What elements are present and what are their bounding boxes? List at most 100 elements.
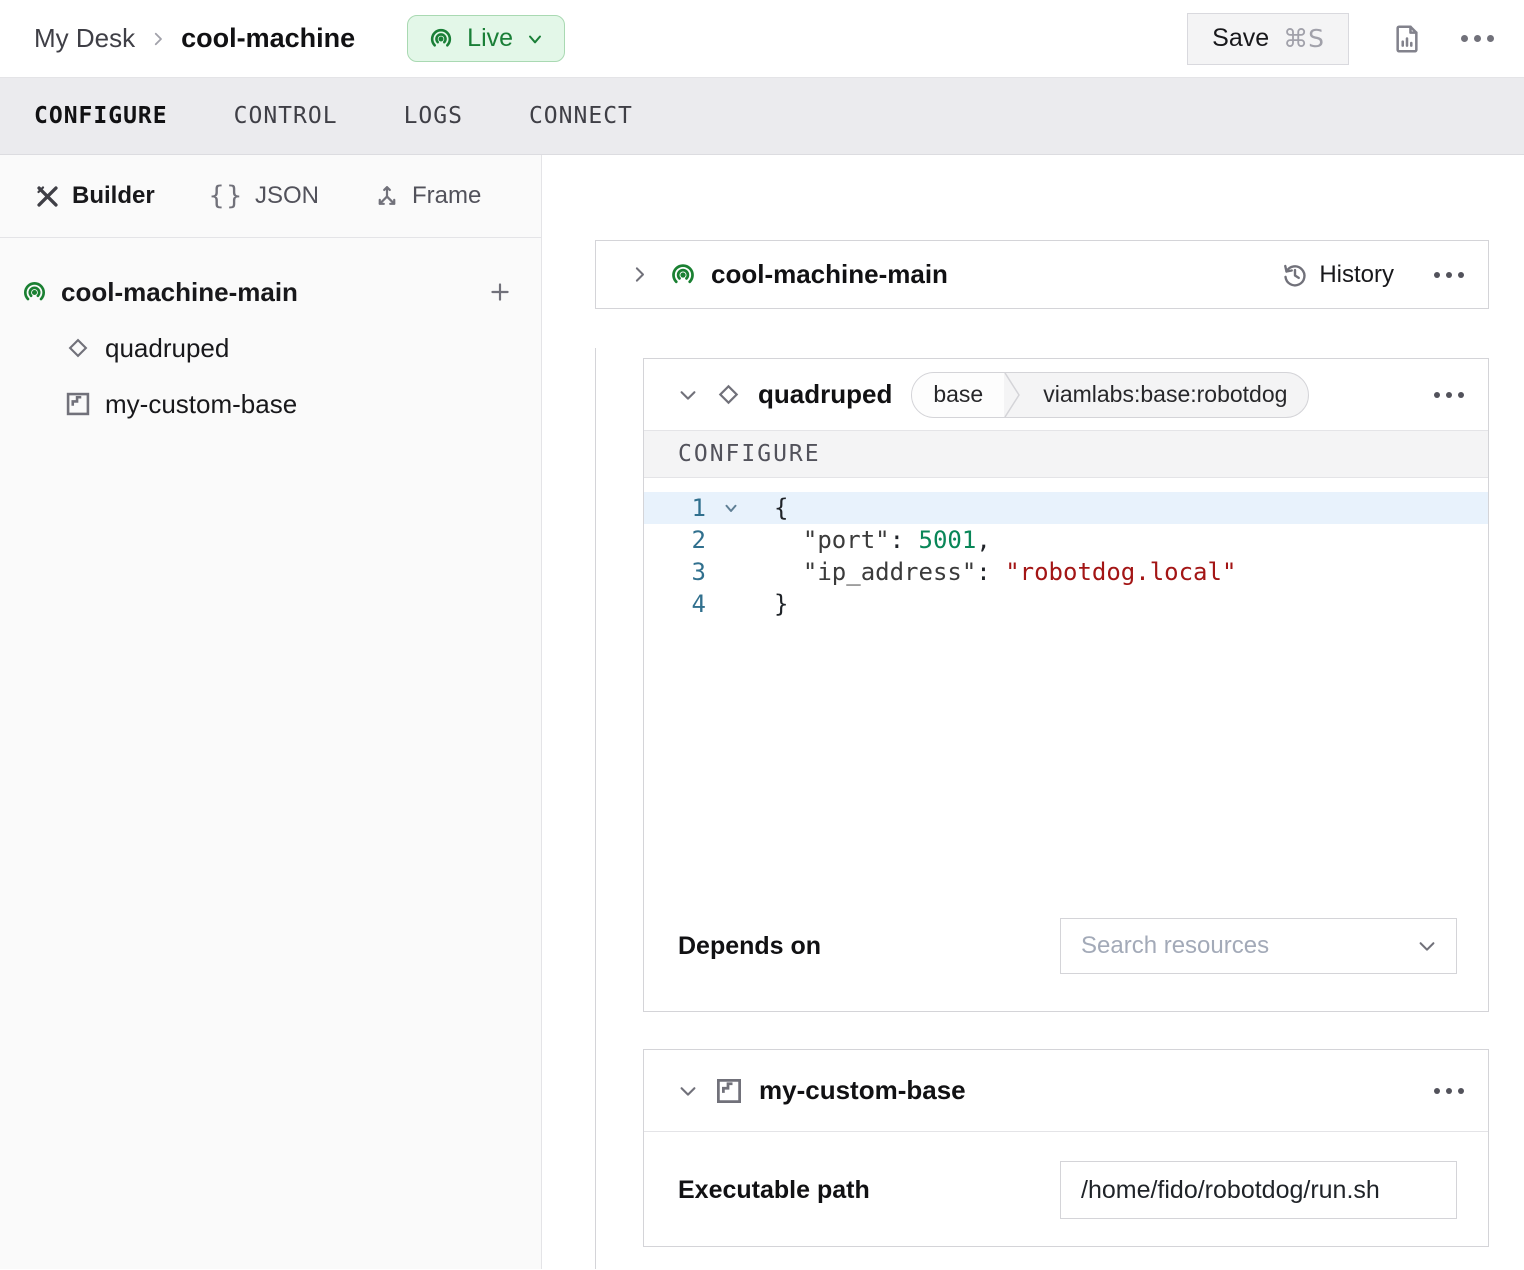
- chevron-down-icon: [677, 1080, 699, 1102]
- tree-item-label: quadruped: [105, 333, 229, 364]
- module-title: my-custom-base: [759, 1075, 966, 1106]
- tab-logs[interactable]: LOGS: [404, 103, 463, 129]
- mode-json[interactable]: {} JSON: [209, 181, 319, 211]
- collapse-component-button[interactable]: [677, 384, 699, 406]
- code-text: "ip_address": "robotdog.local": [774, 558, 1236, 586]
- component-title: quadruped: [758, 379, 892, 410]
- code-token: {: [774, 494, 788, 522]
- line-number: 1: [644, 494, 706, 522]
- machine-part-card: cool-machine-main History: [595, 240, 1489, 309]
- diamond-icon: [714, 380, 743, 409]
- code-token: :: [890, 526, 919, 554]
- collapse-module-button[interactable]: [677, 1080, 699, 1102]
- code-line[interactable]: 2 "port": 5001,: [644, 524, 1488, 556]
- view-mode-switcher: Builder {} JSON Frame: [0, 155, 541, 238]
- code-token: :: [976, 558, 1005, 586]
- line-number: 2: [644, 526, 706, 554]
- plus-icon: [487, 279, 513, 305]
- executable-path-input[interactable]: [1060, 1161, 1457, 1219]
- history-clock-icon: [1280, 260, 1310, 290]
- chevron-right-icon: [629, 264, 650, 285]
- mode-frame[interactable]: Frame: [373, 182, 481, 210]
- code-text: "port": 5001,: [774, 526, 991, 554]
- code-line[interactable]: 3 "ip_address": "robotdog.local": [644, 556, 1488, 588]
- depends-on-row: Depends on: [644, 918, 1488, 974]
- badge-model: viamlabs:base:robotdog: [1022, 373, 1308, 417]
- status-badge: Live: [467, 24, 513, 53]
- tab-configure[interactable]: CONFIGURE: [34, 103, 168, 129]
- tools-icon: [34, 183, 61, 210]
- tab-control[interactable]: CONTROL: [234, 103, 338, 129]
- code-token: 5001: [919, 526, 977, 554]
- tree-item-machine-part[interactable]: cool-machine-main: [0, 264, 541, 320]
- chevron-down-icon: [677, 384, 699, 406]
- code-token: "robotdog.local": [1005, 558, 1236, 586]
- machine-config-page: My Desk cool-machine Live Save ⌘: [0, 0, 1524, 1270]
- configure-section-label: CONFIGURE: [678, 441, 821, 467]
- component-header: quadruped base viamlabs:base:robotdog: [644, 359, 1488, 430]
- module-icon: [64, 390, 92, 418]
- tree-item-quadruped[interactable]: quadruped: [0, 320, 541, 376]
- chevron-down-icon: [525, 29, 545, 49]
- search-resources-input[interactable]: [1081, 932, 1416, 960]
- mode-json-label: JSON: [255, 182, 319, 210]
- save-shortcut-hint: ⌘S: [1283, 24, 1324, 53]
- module-menu-button[interactable]: [1434, 1088, 1464, 1094]
- config-main-panel: cool-machine-main History: [542, 155, 1524, 1269]
- executable-path-label: Executable path: [678, 1176, 870, 1205]
- more-options-button[interactable]: [1461, 35, 1494, 42]
- tree-item-label: my-custom-base: [105, 389, 297, 420]
- machine-tabs: CONFIGURE CONTROL LOGS CONNECT: [0, 78, 1524, 155]
- history-button[interactable]: History: [1280, 260, 1394, 290]
- broadcast-icon: [668, 260, 698, 290]
- badge-type: base: [912, 373, 1004, 417]
- quadruped-component-card: quadruped base viamlabs:base:robotdog: [643, 358, 1489, 1012]
- save-button-label: Save: [1212, 24, 1269, 53]
- depends-on-select[interactable]: [1060, 918, 1457, 974]
- history-label: History: [1319, 261, 1394, 289]
- part-menu-button[interactable]: [1434, 272, 1464, 278]
- tree-item-label: cool-machine-main: [61, 277, 298, 308]
- tree-item-my-custom-base[interactable]: my-custom-base: [0, 376, 541, 432]
- code-text: }: [774, 590, 788, 618]
- breadcrumb-current: cool-machine: [181, 23, 355, 54]
- breadcrumb-parent-link[interactable]: My Desk: [34, 23, 135, 54]
- tab-connect[interactable]: CONNECT: [529, 103, 633, 129]
- resource-tree: cool-machine-main quadruped: [0, 238, 541, 432]
- ellipsis-icon: [1434, 272, 1464, 278]
- configure-section-bar: CONFIGURE: [644, 430, 1488, 478]
- mode-builder[interactable]: Builder: [34, 182, 155, 210]
- frame-axes-icon: [373, 182, 401, 210]
- code-token: [774, 526, 803, 554]
- badge-divider: [1004, 373, 1022, 417]
- executable-path-row: Executable path: [644, 1132, 1488, 1246]
- save-button[interactable]: Save ⌘S: [1187, 13, 1349, 65]
- custom-base-module-card: my-custom-base Executable path: [643, 1049, 1489, 1247]
- part-title: cool-machine-main: [711, 259, 948, 290]
- chevron-right-icon: [149, 30, 167, 48]
- code-token: [774, 558, 803, 586]
- code-line[interactable]: 4 }: [644, 588, 1488, 620]
- code-text: {: [774, 494, 788, 522]
- line-number: 4: [644, 590, 706, 618]
- broadcast-icon: [427, 25, 455, 53]
- code-line[interactable]: 1 {: [644, 492, 1488, 524]
- json-attributes-editor[interactable]: 1 { 2 "port": 5001, 3 "ip: [644, 478, 1488, 904]
- mode-frame-label: Frame: [412, 182, 481, 210]
- expand-part-button[interactable]: [629, 264, 650, 285]
- nesting-connector-line: [595, 348, 596, 1269]
- component-menu-button[interactable]: [1434, 392, 1464, 398]
- code-token: "port": [803, 526, 890, 554]
- data-report-button[interactable]: [1391, 23, 1423, 55]
- fold-chevron-icon[interactable]: [706, 499, 756, 517]
- ellipsis-icon: [1461, 35, 1494, 42]
- file-chart-icon: [1391, 23, 1423, 55]
- depends-on-label: Depends on: [678, 932, 821, 961]
- diamond-icon: [64, 334, 92, 362]
- add-resource-button[interactable]: [487, 279, 513, 305]
- ellipsis-icon: [1434, 1088, 1464, 1094]
- code-token: "ip_address": [803, 558, 976, 586]
- top-bar: My Desk cool-machine Live Save ⌘: [0, 0, 1524, 78]
- mode-builder-label: Builder: [72, 182, 155, 210]
- machine-status-dropdown[interactable]: Live: [407, 15, 565, 62]
